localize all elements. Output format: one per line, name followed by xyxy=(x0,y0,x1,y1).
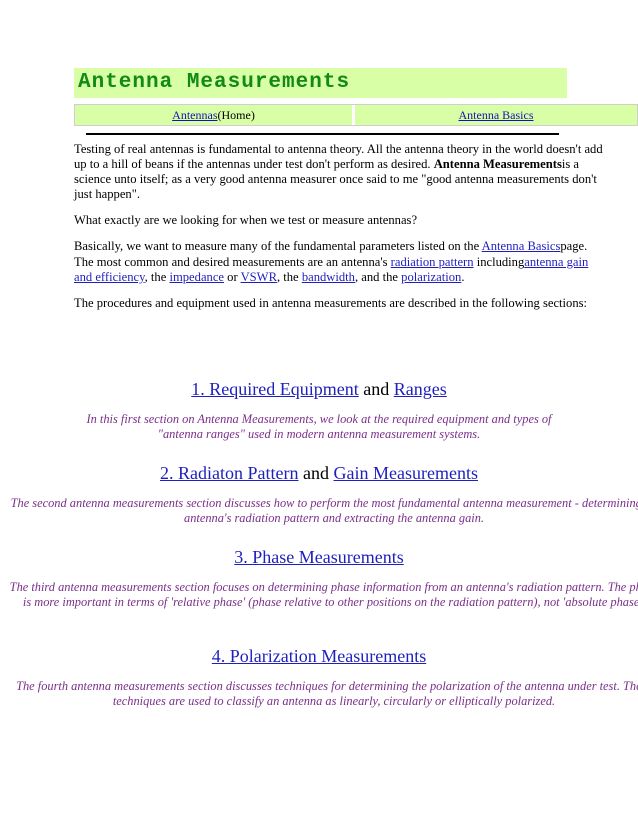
nav-link-antenna-basics[interactable]: Antenna Basics xyxy=(459,109,534,121)
link-antenna-basics[interactable]: Antenna Basics xyxy=(482,239,561,253)
intro-p3-text-f: , the xyxy=(276,269,302,284)
link-radiation-pattern-measurements[interactable]: 2. Radiaton Pattern xyxy=(160,463,298,483)
link-polarization-measurements[interactable]: 4. Polarization Measurements xyxy=(212,646,426,666)
navigation-bar: Antennas (Home) Antenna Basics xyxy=(74,104,638,126)
intro-p3-text-d: , the xyxy=(144,269,170,284)
link-polarization[interactable]: polarization xyxy=(401,270,461,284)
link-gain-measurements[interactable]: Gain Measurements xyxy=(334,463,478,483)
link-required-equipment[interactable]: 1. Required Equipment xyxy=(191,379,358,399)
link-phase-measurements[interactable]: 3. Phase Measurements xyxy=(234,547,403,567)
section-3: 3. Phase Measurements The third antenna … xyxy=(0,546,638,611)
link-impedance[interactable]: impedance xyxy=(169,270,224,284)
section-3-heading: 3. Phase Measurements xyxy=(0,546,638,568)
section-2-description: The second antenna measurements section … xyxy=(10,496,638,526)
section-2-conjunction: and xyxy=(298,463,334,483)
intro-paragraph-2: What exactly are we looking for when we … xyxy=(74,213,418,228)
section-1-heading: 1. Required Equipment and Ranges xyxy=(0,378,638,400)
nav-label-home-suffix: (Home) xyxy=(217,108,255,122)
nav-cell-antenna-basics[interactable]: Antenna Basics xyxy=(355,105,637,125)
page-title: Antenna Measurements xyxy=(78,71,351,94)
intro-p3-text-g: , and the xyxy=(354,269,402,284)
intro-body: Testing of real antennas is fundamental … xyxy=(74,142,604,322)
intro-p3-text-c: including xyxy=(473,254,525,269)
section-4: 4. Polarization Measurements The fourth … xyxy=(0,645,638,710)
link-radiation-pattern[interactable]: radiation pattern xyxy=(391,255,474,269)
intro-paragraph-4: The procedures and equipment used in ant… xyxy=(74,295,588,310)
intro-p3-text-h: . xyxy=(461,269,465,284)
section-4-heading: 4. Polarization Measurements xyxy=(0,645,638,667)
section-2-heading: 2. Radiaton Pattern and Gain Measurement… xyxy=(0,462,638,484)
link-ranges[interactable]: Ranges xyxy=(394,379,447,399)
section-1: 1. Required Equipment and Ranges In this… xyxy=(0,378,638,443)
section-1-description: In this first section on Antenna Measure… xyxy=(86,412,552,442)
intro-p3-text-e: or xyxy=(224,269,241,284)
intro-paragraph-3: Basically, we want to measure many of th… xyxy=(74,239,604,284)
link-bandwidth[interactable]: bandwidth xyxy=(302,270,355,284)
page-root: Antenna Measurements Antennas (Home) Ant… xyxy=(0,0,638,826)
header-divider-rule xyxy=(86,133,559,135)
page-title-banner: Antenna Measurements xyxy=(74,68,567,98)
nav-cell-antennas-home[interactable]: Antennas (Home) xyxy=(75,105,352,125)
section-4-description: The fourth antenna measurements section … xyxy=(16,679,638,709)
intro-paragraph-1: Testing of real antennas is fundamental … xyxy=(74,142,604,202)
link-vswr[interactable]: VSWR xyxy=(241,270,277,284)
section-3-description: The third antenna measurements section f… xyxy=(9,580,638,610)
section-1-conjunction: and xyxy=(358,379,394,399)
intro-p1-bold: Antenna Measurements xyxy=(433,157,562,172)
section-2: 2. Radiaton Pattern and Gain Measurement… xyxy=(0,462,638,527)
nav-link-antennas[interactable]: Antennas xyxy=(172,109,217,121)
intro-p3-text-a: Basically, we want to measure many of th… xyxy=(74,239,482,254)
